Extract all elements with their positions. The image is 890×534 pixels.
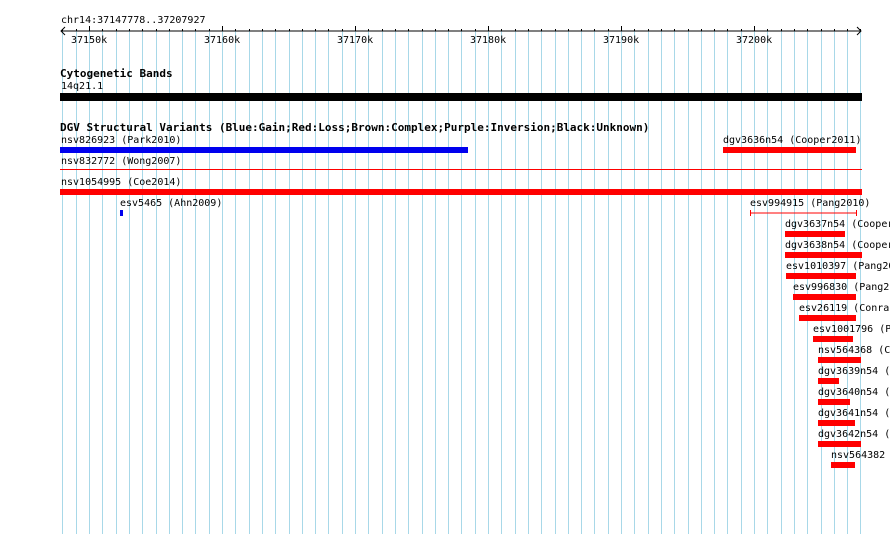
- feature-label[interactable]: esv5465 (Ahn2009): [120, 198, 222, 209]
- tick-label: 37190k: [603, 35, 640, 46]
- feature-bar-loss[interactable]: [786, 273, 856, 279]
- feature-label[interactable]: dgv3637n54 (Cooper: [785, 219, 890, 230]
- feature-label[interactable]: esv994915 (Pang2010): [750, 198, 870, 209]
- tick-label: 37160k: [204, 35, 241, 46]
- background-grid: [62, 30, 861, 534]
- feature-bar-loss[interactable]: [818, 441, 861, 447]
- tick-label: 37150k: [71, 35, 108, 46]
- feature-bar-loss[interactable]: [818, 420, 855, 426]
- feature-bar-loss[interactable]: [60, 189, 862, 195]
- cytoband-label: 14q21.1: [61, 81, 104, 92]
- feature-bar-loss[interactable]: [799, 315, 856, 321]
- feature-bar-gain[interactable]: [120, 210, 123, 216]
- feature-bar-loss[interactable]: [785, 252, 862, 258]
- feature-bar-loss[interactable]: [818, 378, 839, 384]
- feature-label[interactable]: dgv3641n54 (: [818, 408, 890, 419]
- feature-bar-loss[interactable]: [818, 399, 850, 405]
- feature-label[interactable]: nsv564368 (C: [818, 345, 890, 356]
- cytoband-track-title: Cytogenetic Bands: [60, 67, 173, 80]
- feature-bar-gain[interactable]: [60, 147, 468, 153]
- feature-label[interactable]: dgv3642n54 (: [818, 429, 890, 440]
- feature-label[interactable]: esv996830 (Pang20: [793, 282, 890, 293]
- feature-label[interactable]: dgv3639n54 (: [818, 366, 890, 377]
- feature-bar-loss[interactable]: [723, 147, 856, 153]
- tick-label: 37200k: [736, 35, 773, 46]
- dgv-track-title: DGV Structural Variants (Blue:Gain;Red:L…: [60, 121, 650, 134]
- feature-label[interactable]: nsv826923 (Park2010): [61, 135, 181, 146]
- feature-bar-loss[interactable]: [818, 357, 861, 363]
- feature-bar-loss[interactable]: [813, 336, 853, 342]
- cytoband-bar[interactable]: [60, 93, 862, 101]
- feature-label[interactable]: dgv3638n54 (Cooper: [785, 240, 890, 251]
- feature-bar-loss[interactable]: [831, 462, 855, 468]
- feature-label[interactable]: esv26119 (Conrac: [799, 303, 890, 314]
- feature-label[interactable]: dgv3640n54 (: [818, 387, 890, 398]
- feature-label[interactable]: esv1010397 (Pang20: [786, 261, 890, 272]
- feature-bar-loss[interactable]: [749, 209, 859, 217]
- tick-label: 37170k: [337, 35, 374, 46]
- feature-bar-loss[interactable]: [785, 231, 845, 237]
- feature-label[interactable]: esv1001796 (P: [813, 324, 890, 335]
- tick-label: 37180k: [470, 35, 507, 46]
- feature-bar-loss[interactable]: [60, 169, 862, 170]
- feature-label[interactable]: dgv3636n54 (Cooper2011): [723, 135, 861, 146]
- feature-label[interactable]: nsv1054995 (Coe2014): [61, 177, 181, 188]
- feature-label[interactable]: nsv564382: [831, 450, 885, 461]
- feature-bar-loss[interactable]: [793, 294, 856, 300]
- feature-label[interactable]: nsv832772 (Wong2007): [61, 156, 181, 167]
